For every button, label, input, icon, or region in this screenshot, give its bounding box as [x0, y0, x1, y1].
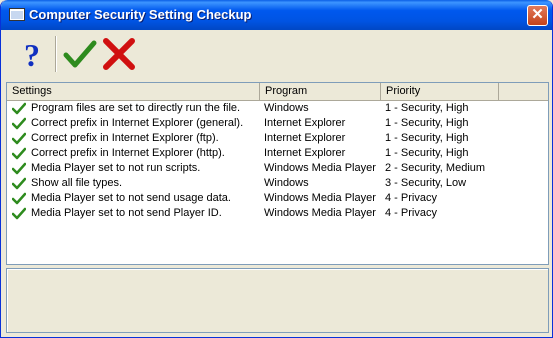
details-panel	[6, 268, 549, 333]
window: Computer Security Setting Checkup ✕ ? Se…	[0, 0, 553, 338]
list-item[interactable]: Show all file types. Windows 3 - Securit…	[7, 176, 548, 191]
setting-text: Program files are set to directly run th…	[31, 102, 241, 114]
check-icon	[12, 207, 26, 220]
setting-text: Correct prefix in Internet Explorer (gen…	[31, 117, 244, 129]
priority-text: 1 - Security, High	[385, 102, 469, 114]
list-item[interactable]: Correct prefix in Internet Explorer (htt…	[7, 146, 548, 161]
title-bar[interactable]: Computer Security Setting Checkup ✕	[1, 0, 552, 30]
setting-text: Media Player set to not send Player ID.	[31, 207, 222, 219]
checkmark-icon	[63, 40, 97, 68]
svg-text:?: ?	[24, 37, 40, 73]
toolbar-separator	[55, 36, 57, 72]
list-item[interactable]: Correct prefix in Internet Explorer (gen…	[7, 116, 548, 131]
setting-text: Media Player set to not run scripts.	[31, 162, 201, 174]
check-icon	[12, 162, 26, 175]
setting-text: Correct prefix in Internet Explorer (ftp…	[31, 132, 219, 144]
check-icon	[12, 102, 26, 115]
program-text: Internet Explorer	[264, 147, 346, 159]
help-button[interactable]: ?	[13, 35, 51, 73]
list-item[interactable]: Media Player set to not run scripts. Win…	[7, 161, 548, 176]
program-text: Windows Media Player	[264, 162, 376, 174]
priority-text: 4 - Privacy	[385, 207, 437, 219]
close-button[interactable]: ✕	[527, 5, 548, 26]
setting-text: Media Player set to not send usage data.	[31, 192, 231, 204]
accept-button[interactable]	[61, 35, 99, 73]
priority-text: 4 - Privacy	[385, 192, 437, 204]
check-icon	[12, 147, 26, 160]
check-icon	[12, 177, 26, 190]
red-x-icon	[103, 38, 135, 70]
cancel-button[interactable]	[100, 35, 138, 73]
list-item[interactable]: Program files are set to directly run th…	[7, 101, 548, 116]
settings-list[interactable]: Settings Program Priority Program files …	[6, 82, 549, 265]
setting-text: Show all file types.	[31, 177, 123, 189]
list-item[interactable]: Media Player set to not send Player ID. …	[7, 206, 548, 221]
priority-text: 1 - Security, High	[385, 147, 469, 159]
setting-text: Correct prefix in Internet Explorer (htt…	[31, 147, 225, 159]
check-icon	[12, 192, 26, 205]
priority-text: 2 - Security, Medium	[385, 162, 486, 174]
program-text: Windows	[264, 177, 309, 189]
column-header-settings[interactable]: Settings	[7, 83, 260, 101]
column-header-program[interactable]: Program	[260, 83, 381, 101]
check-icon	[12, 117, 26, 130]
priority-text: 1 - Security, High	[385, 132, 469, 144]
window-icon	[9, 8, 25, 21]
priority-text: 3 - Security, Low	[385, 177, 467, 189]
list-item[interactable]: Correct prefix in Internet Explorer (ftp…	[7, 131, 548, 146]
program-text: Windows Media Player	[264, 207, 376, 219]
program-text: Internet Explorer	[264, 117, 346, 129]
priority-text: 1 - Security, High	[385, 117, 469, 129]
question-mark-icon: ?	[24, 37, 40, 73]
column-header-priority[interactable]: Priority	[381, 83, 499, 101]
toolbar: ?	[5, 33, 550, 77]
program-text: Internet Explorer	[264, 132, 346, 144]
window-title: Computer Security Setting Checkup	[29, 7, 252, 22]
program-text: Windows	[264, 102, 309, 114]
check-icon	[12, 132, 26, 145]
list-item[interactable]: Media Player set to not send usage data.…	[7, 191, 548, 206]
program-text: Windows Media Player	[264, 192, 376, 204]
column-header-empty	[499, 83, 548, 101]
